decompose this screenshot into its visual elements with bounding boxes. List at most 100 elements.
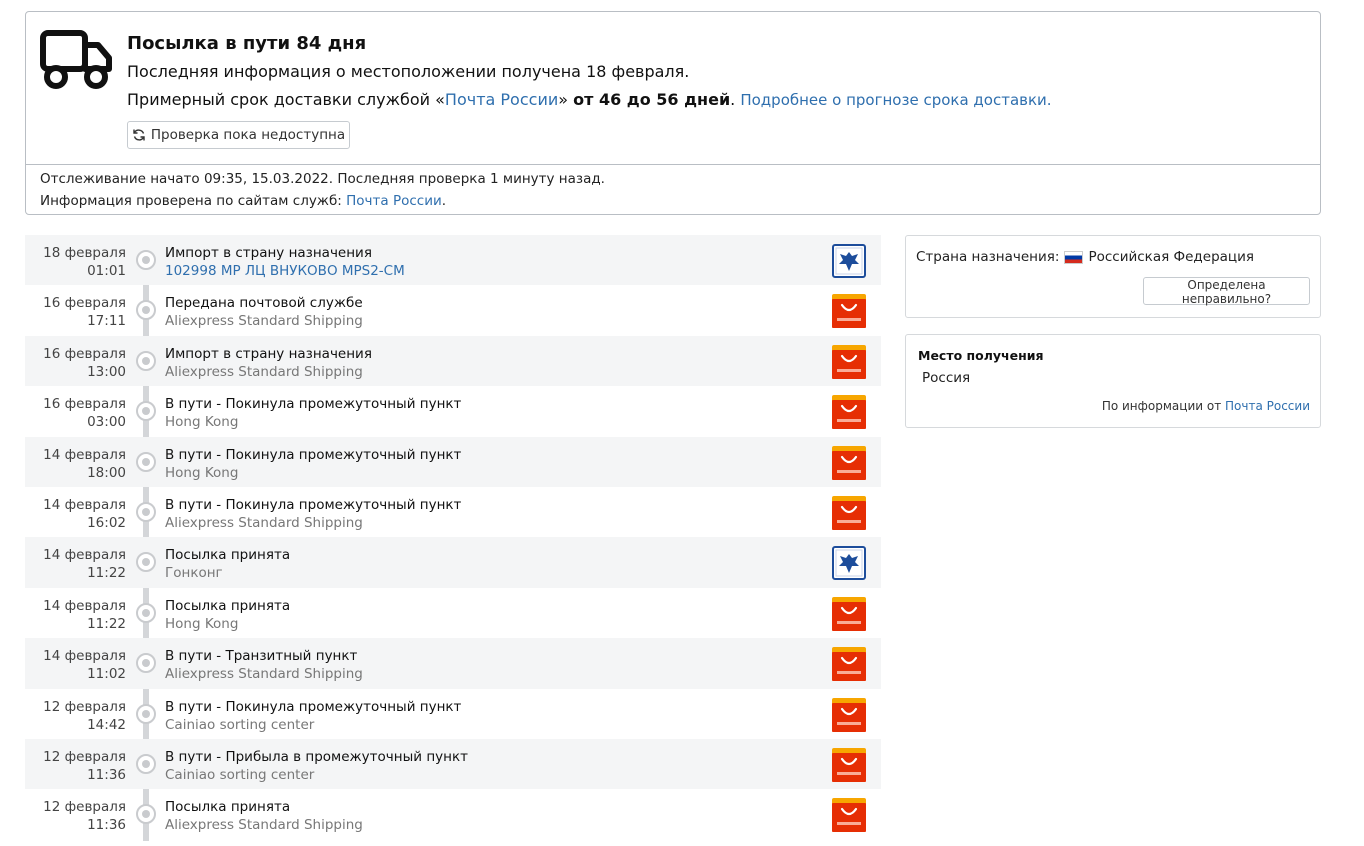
event-time: 11:36: [87, 817, 126, 834]
pickup-title: Место получения: [918, 348, 1044, 363]
event-subtitle: Hong Kong: [165, 464, 239, 481]
event-datetime: 14 февраля 11:02: [43, 647, 126, 683]
event-datetime: 18 февраля 01:01: [43, 244, 126, 280]
aliexpress-logo-icon: [832, 596, 866, 631]
event-time: 14:42: [87, 716, 126, 733]
estimate-quote-close: »: [558, 90, 569, 109]
event-time: 01:01: [87, 263, 126, 279]
event-date: 18 февраля: [43, 245, 126, 261]
destination-label: Страна назначения:: [916, 249, 1060, 265]
timeline-dot-icon: [136, 753, 156, 774]
wrong-country-button[interactable]: Определена неправильно?: [1143, 277, 1310, 306]
event-title: В пути - Покинула промежуточный пункт: [165, 396, 462, 413]
event-subtitle: Cainiao sorting center: [165, 716, 315, 733]
event-subtitle: Aliexpress Standard Shipping: [165, 817, 363, 834]
event-subtitle: Cainiao sorting center: [165, 766, 315, 783]
event-row: 14 февраля 16:02 В пути - Покинула промежу…: [25, 487, 881, 537]
pickup-source-link[interactable]: Почта России: [1225, 399, 1310, 413]
pickup-value: Россия: [922, 370, 971, 386]
event-row: 14 февраля 11:02 В пути - Транзитный пункт…: [25, 638, 881, 689]
event-time: 16:02: [87, 514, 126, 531]
event-row: 14 февраля 11:22 Посылка принята Гонконг: [25, 537, 881, 588]
event-row: 14 февраля 11:22 Посылка принята Hong Kong: [25, 588, 881, 638]
event-title: В пути - Покинула промежуточный пункт: [165, 496, 462, 513]
aliexpress-logo-icon: [832, 344, 866, 379]
event-datetime: 16 февраля 13:00: [43, 345, 126, 381]
event-row: 14 февраля 18:00 В пути - Покинула промежу…: [25, 436, 881, 487]
event-datetime: 16 февраля 17:11: [43, 294, 126, 330]
aliexpress-logo-icon: [832, 294, 866, 329]
event-title: Импорт в страну назначения: [165, 245, 372, 261]
event-subtitle: Aliexpress Standard Shipping: [165, 363, 363, 380]
events-timeline: 18 февраля 01:01 Импорт в страну назначени…: [25, 235, 881, 841]
event-title: В пути - Покинула промежуточный пункт: [165, 698, 462, 715]
event-title: Импорт в страну назначения: [165, 345, 372, 362]
event-row: 18 февраля 01:01 Импорт в страну назначени…: [25, 235, 881, 286]
last-location-text: Последняя информация о местоположении по…: [127, 62, 690, 81]
event-time: 11:22: [87, 615, 126, 632]
estimate-period: .: [730, 90, 736, 109]
event-datetime: 12 февраля 14:42: [43, 698, 126, 734]
event-date: 14 февраля: [43, 597, 126, 614]
timeline-dot-icon: [136, 501, 156, 522]
carrier-link[interactable]: Почта России: [445, 90, 558, 109]
event-row: 16 февраля 03:00 В пути - Покинула промежу…: [25, 386, 881, 436]
russia-flag-icon: [1064, 250, 1084, 264]
event-subtitle[interactable]: 102998 MP ЛЦ ВНУКОВО MPS2-CM: [165, 262, 405, 280]
event-subtitle: Aliexpress Standard Shipping: [165, 514, 363, 531]
event-title: В пути - Транзитный пункт: [165, 648, 358, 665]
event-datetime: 16 февраля 03:00: [43, 395, 126, 431]
event-date: 12 февраля: [43, 748, 126, 765]
truck-icon: [40, 30, 112, 89]
timeline-dot-icon: [136, 300, 156, 321]
event-date: 14 февраля: [43, 446, 126, 463]
checked-carrier-link[interactable]: Почта России: [346, 193, 442, 209]
aliexpress-logo-icon: [832, 445, 866, 480]
check-button-label: Проверка пока недоступна: [150, 127, 346, 143]
event-date: 14 февраля: [43, 547, 126, 564]
destination-country: Страна назначения: Российская Федерация: [916, 249, 1254, 265]
aliexpress-logo-icon: [832, 697, 866, 732]
event-date: 16 февраля: [43, 396, 126, 413]
timeline-dot-icon: [136, 653, 156, 674]
event-row: 16 февраля 17:11 Передана почтовой службе A…: [25, 285, 881, 335]
tracking-started: Отслеживание начато 09:35, 15.03.2022. П…: [40, 171, 605, 187]
timeline-dot-icon: [136, 250, 156, 270]
forecast-link[interactable]: Подробнее о прогнозе срока доставки.: [740, 91, 1051, 109]
check-button[interactable]: Проверка пока недоступна: [127, 121, 350, 149]
checked-services: Информация проверена по сайтам служб: По…: [40, 193, 446, 209]
event-title: В пути - Прибыла в промежуточный пункт: [165, 748, 468, 765]
event-datetime: 14 февраля 11:22: [43, 546, 126, 582]
event-time: 03:00: [87, 414, 126, 431]
aliexpress-logo-icon: [832, 495, 866, 530]
event-date: 16 февраля: [43, 295, 126, 312]
aliexpress-logo-icon: [832, 798, 866, 833]
timeline-dot-icon: [136, 552, 156, 573]
event-title: Передана почтовой службе: [165, 295, 363, 312]
event-row: 12 февраля 11:36 Посылка принята Aliexpress…: [25, 789, 881, 839]
event-title: Посылка принята: [165, 597, 291, 614]
estimate-prefix: Примерный срок доставки службой «: [127, 90, 445, 109]
event-subtitle: Hong Kong: [165, 615, 239, 632]
checked-prefix: Информация проверена по сайтам служб:: [40, 193, 347, 209]
event-datetime: 14 февраля 11:22: [43, 597, 126, 633]
refresh-icon: [133, 129, 145, 141]
event-date: 16 февраля: [43, 345, 126, 362]
timeline-dot-icon: [136, 451, 156, 472]
checked-suffix: .: [441, 193, 447, 209]
aliexpress-logo-icon: [832, 395, 866, 430]
russian-post-logo-icon: [832, 546, 866, 581]
event-date: 12 февраля: [43, 698, 126, 715]
event-row: 12 февраля 14:42 В пути - Покинула промежу…: [25, 689, 881, 739]
estimate-range: от 46 до 56 дней: [573, 90, 731, 109]
timeline-dot-icon: [136, 804, 156, 825]
destination-country-name: Российская Федерация: [1088, 249, 1254, 265]
event-subtitle: Aliexpress Standard Shipping: [165, 666, 363, 683]
event-time: 11:02: [87, 666, 126, 683]
event-title: Посылка принята: [165, 547, 291, 564]
russian-post-logo-icon: [832, 244, 866, 278]
pickup-source: По информации от Почта России: [1102, 399, 1310, 413]
event-subtitle: Aliexpress Standard Shipping: [165, 313, 363, 330]
aliexpress-logo-icon: [832, 747, 866, 782]
status-card: Посылка в пути 84 дня Последняя информац…: [25, 11, 1321, 215]
